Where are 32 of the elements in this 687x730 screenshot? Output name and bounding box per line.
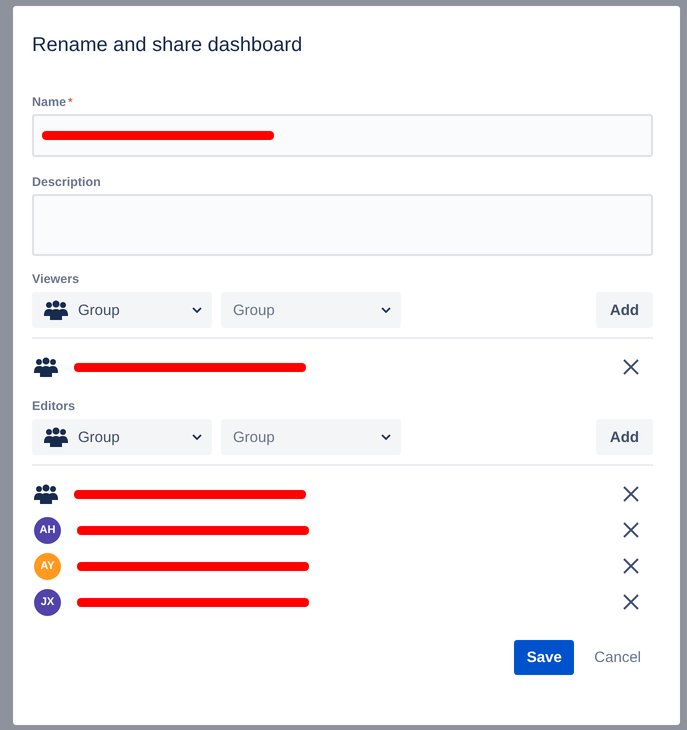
- section-label: Editors: [32, 399, 76, 413]
- avatar: AH: [34, 516, 61, 544]
- description-field[interactable]: [32, 194, 653, 256]
- close-icon: [623, 558, 639, 574]
- section-label: Viewers: [32, 272, 80, 286]
- save-button[interactable]: Save: [514, 640, 574, 675]
- group-icon: [34, 357, 58, 377]
- close-icon: [623, 522, 639, 538]
- chevron-down-icon: [192, 307, 202, 313]
- group-icon: [34, 484, 58, 504]
- field-label: Description: [32, 175, 101, 189]
- chevron-down-icon: [192, 434, 202, 440]
- avatar: AY: [34, 552, 61, 580]
- dialog-title: Rename and share dashboard: [32, 34, 304, 57]
- type-select[interactable]: Group: [32, 292, 212, 328]
- group-select[interactable]: Group: [221, 292, 401, 328]
- cancel-button[interactable]: Cancel: [582, 641, 653, 674]
- type-select[interactable]: Group: [32, 419, 212, 455]
- close-icon: [623, 486, 639, 502]
- chevron-down-icon: [381, 434, 391, 440]
- chevron-down-icon: [381, 307, 391, 313]
- field-label: Name: [32, 95, 66, 109]
- required-marker: *: [68, 95, 73, 109]
- group-icon: [44, 300, 68, 320]
- avatar: JX: [34, 588, 61, 616]
- add-button[interactable]: Add: [596, 292, 653, 328]
- close-icon: [623, 594, 639, 610]
- close-icon: [623, 359, 639, 375]
- name-field[interactable]: [32, 114, 653, 157]
- add-button[interactable]: Add: [596, 419, 653, 455]
- group-icon: [44, 427, 68, 447]
- group-select[interactable]: Group: [221, 419, 401, 455]
